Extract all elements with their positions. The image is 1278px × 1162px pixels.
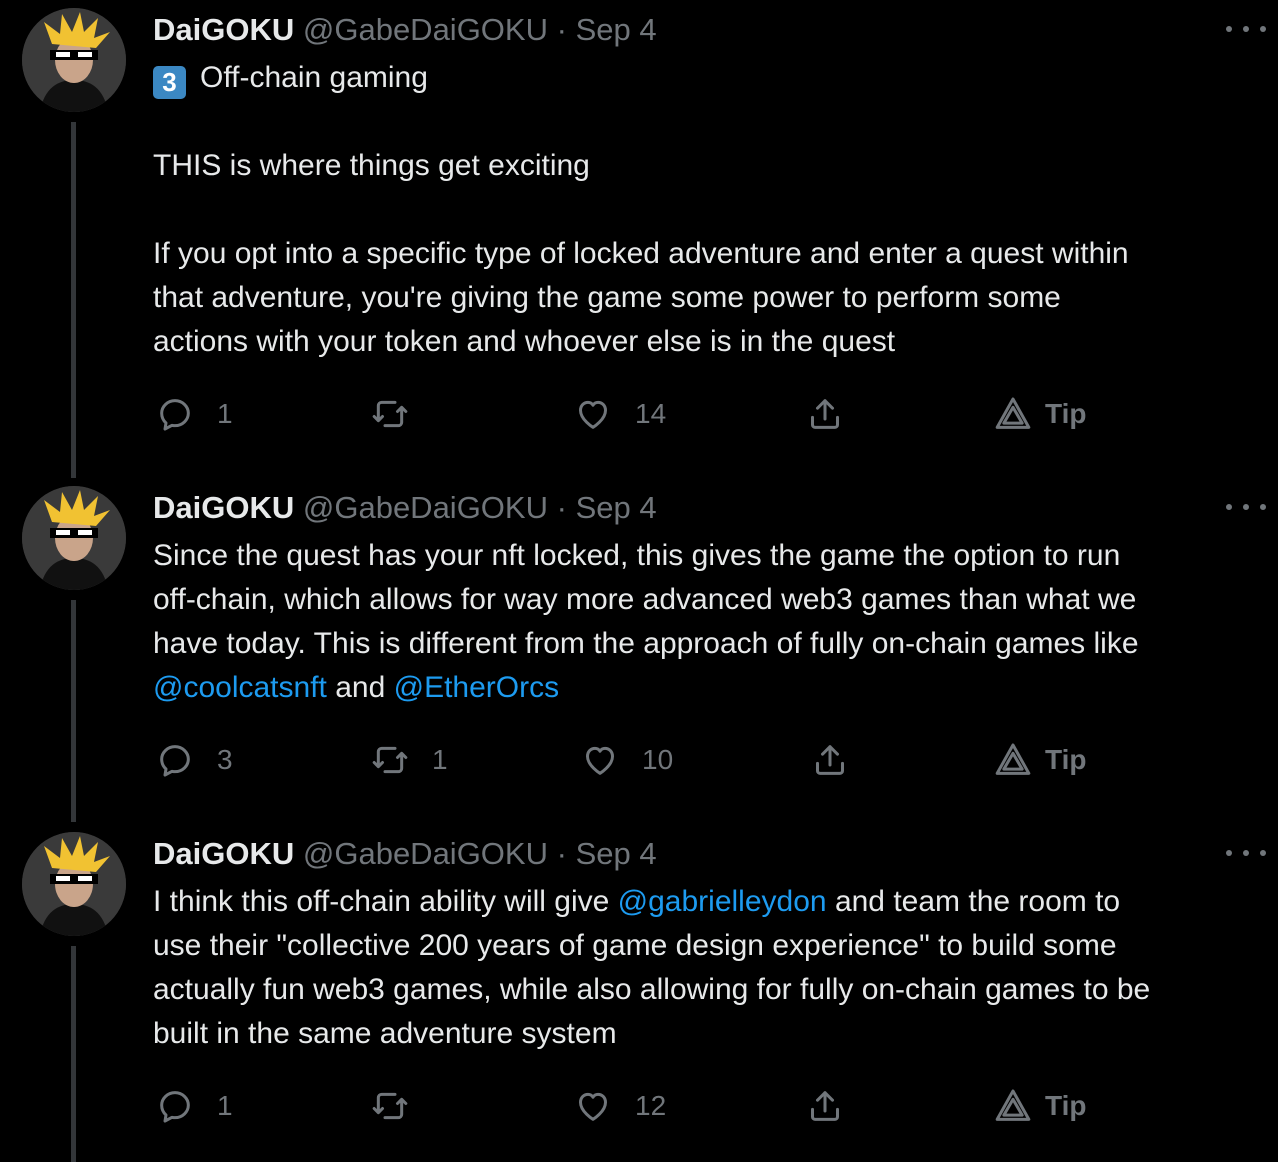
tip-icon [995,743,1031,775]
tweet-actions: 1 14 Tip [0,389,1278,439]
retweet-count: 1 [432,744,448,775]
share-button[interactable] [805,1081,845,1131]
user-handle[interactable]: @GabeDaiGOKU [303,490,548,525]
reply-button[interactable]: 1 [155,1081,233,1131]
display-name[interactable]: DaiGOKU [153,12,294,47]
share-button[interactable] [810,735,850,785]
tip-label: Tip [1045,398,1087,429]
retweet-button[interactable]: 1 [370,735,448,785]
tweet-header: DaiGOKU @GabeDaiGOKU · Sep 4 [153,488,657,528]
reply-count: 1 [217,398,233,429]
like-button[interactable]: 10 [580,735,673,785]
more-icon[interactable] [1226,492,1266,522]
display-name[interactable]: DaiGOKU [153,836,294,871]
tweet-line: built in the same adventure system [153,1017,617,1050]
tip-icon [995,1089,1031,1121]
tweet-line: Off-chain gaming [200,61,428,94]
tweet-line: Since the quest has your nft locked, thi… [153,539,1121,572]
reply-icon [160,745,190,777]
tweet-text: Since the quest has your nft locked, thi… [153,534,1263,710]
retweet-button[interactable] [370,1081,432,1131]
separator-dot: · [556,490,567,525]
tweet-line: have today. This is different from the a… [153,627,1139,660]
reply-count: 1 [217,1090,233,1121]
user-handle[interactable]: @GabeDaiGOKU [303,12,548,47]
keycap-3-emoji: 3 [153,66,186,99]
share-icon [811,399,839,429]
tweet-text-fragment: I think this off-chain ability will give [153,885,610,918]
separator-dot: · [556,12,567,47]
tweet-date[interactable]: Sep 4 [576,836,657,871]
tip-label: Tip [1045,1090,1087,1121]
tweet-header: DaiGOKU @GabeDaiGOKU · Sep 4 [153,834,657,874]
display-name[interactable]: DaiGOKU [153,490,294,525]
like-button[interactable]: 14 [573,389,666,439]
tweet[interactable]: DaiGOKU @GabeDaiGOKU · Sep 4 I think thi… [0,824,1278,1162]
avatar[interactable] [22,486,126,590]
tweet-header: DaiGOKU @GabeDaiGOKU · Sep 4 [153,10,657,50]
reply-button[interactable]: 1 [155,389,233,439]
separator-dot: · [556,836,567,871]
share-icon [811,1091,839,1121]
tweet-line: If you opt into a specific type of locke… [153,237,1129,270]
tweet-line: off-chain, which allows for way more adv… [153,583,1137,616]
avatar[interactable] [22,8,126,112]
tweet-line: actually fun web3 games, while also allo… [153,973,1151,1006]
like-count: 12 [635,1090,667,1121]
tweet[interactable]: DaiGOKU @GabeDaiGOKU · Sep 4 3 Off-chain … [0,0,1278,470]
like-icon [586,746,614,775]
more-icon[interactable] [1226,14,1266,44]
mention-link[interactable]: @gabrielleydon [618,885,827,918]
tweet-text: 3 Off-chain gaming THIS is where things g… [153,56,1263,364]
tip-button[interactable]: Tip [993,389,1086,439]
avatar[interactable] [22,832,126,936]
retweet-icon [372,746,408,774]
retweet-button[interactable] [370,389,432,439]
user-handle[interactable]: @GabeDaiGOKU [303,836,548,871]
tweet[interactable]: DaiGOKU @GabeDaiGOKU · Sep 4 Since the q… [0,478,1278,824]
mention-link[interactable]: @EtherOrcs [394,671,559,704]
share-icon [816,745,844,775]
reply-count: 3 [217,744,233,775]
tweet-line: actions with your token and whoever else… [153,325,896,358]
more-icon[interactable] [1226,838,1266,868]
tweet-date[interactable]: Sep 4 [576,12,657,47]
like-button[interactable]: 12 [573,1081,666,1131]
tip-button[interactable]: Tip [993,1081,1086,1131]
tweet-actions: 1 12 Tip [0,1081,1278,1131]
tweet-date[interactable]: Sep 4 [576,490,657,525]
retweet-icon [372,400,408,428]
tweet-text: I think this off-chain ability will give… [153,880,1263,1056]
share-button[interactable] [805,389,845,439]
like-count: 14 [635,398,667,429]
tweet-text-fragment: and team the room to [834,885,1121,918]
tweet-line: that adventure, you're giving the game s… [153,281,1061,314]
tweet-line: use their "collective 200 years of game … [153,929,1117,962]
like-icon [579,1092,607,1121]
tweet-actions: 3 1 10 Tip [0,735,1278,785]
mention-link[interactable]: @coolcatsnft [153,671,327,704]
tweet-text-fragment: and [335,671,386,704]
tip-button[interactable]: Tip [993,735,1086,785]
reply-button[interactable]: 3 [155,735,233,785]
tweet-line: THIS is where things get exciting [153,149,590,182]
like-icon [579,400,607,429]
retweet-icon [372,1092,408,1120]
reply-icon [160,1091,190,1123]
tip-label: Tip [1045,744,1087,775]
tip-icon [995,397,1031,429]
reply-icon [160,399,190,431]
like-count: 10 [642,744,674,775]
